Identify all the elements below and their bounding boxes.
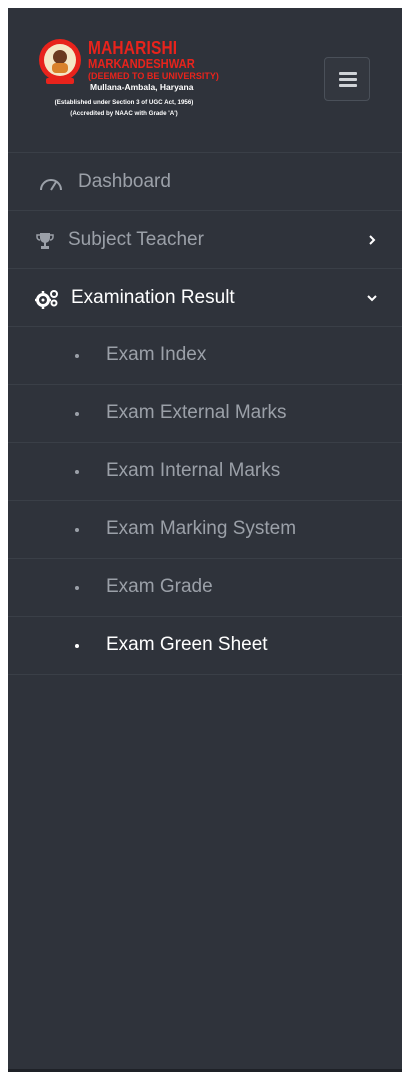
submenu-item-label: Exam External Marks — [106, 402, 287, 423]
submenu-item-exam-external-marks[interactable]: Exam External Marks — [8, 385, 402, 443]
page-top-strip — [0, 0, 405, 8]
submenu-item-label: Exam Marking System — [106, 518, 297, 539]
gears-icon — [35, 290, 58, 309]
sidebar-item-label: Dashboard — [78, 171, 171, 192]
bullet-icon — [75, 528, 79, 532]
bullet-icon — [75, 354, 79, 358]
sidebar: MAHARISHI MARKANDESHWAR (DEEMED TO BE UN… — [8, 8, 402, 1072]
speedometer-icon — [40, 179, 62, 191]
brand-title: MAHARISHI — [88, 38, 178, 58]
bullet-icon — [75, 470, 79, 474]
bullet-icon — [75, 644, 79, 648]
hamburger-icon — [339, 72, 357, 75]
brand-place: Mullana-Ambala, Haryana — [90, 82, 194, 92]
chevron-right-icon — [369, 235, 376, 245]
trophy-icon — [36, 233, 54, 249]
submenu-item-exam-marking-system[interactable]: Exam Marking System — [8, 501, 402, 559]
hamburger-icon — [339, 78, 357, 81]
brand-deemed: (DEEMED TO BE UNIVERSITY) — [88, 71, 219, 81]
chevron-down-icon — [367, 295, 377, 302]
brand-subtitle: MARKANDESHWAR — [88, 56, 195, 71]
hamburger-icon — [339, 84, 357, 87]
university-logo[interactable]: MAHARISHI MARKANDESHWAR (DEEMED TO BE UN… — [38, 38, 219, 128]
submenu-item-label: Exam Green Sheet — [106, 634, 268, 655]
submenu-item-exam-internal-marks[interactable]: Exam Internal Marks — [8, 443, 402, 501]
menu-toggle-button[interactable] — [324, 57, 370, 101]
examination-result-submenu: Exam Index Exam External Marks Exam Inte… — [8, 327, 402, 675]
submenu-item-label: Exam Grade — [106, 576, 213, 597]
brand-accredited: (Accredited by NAAC with Grade 'A') — [70, 110, 178, 117]
university-seal-icon — [39, 39, 81, 84]
sidebar-item-label: Examination Result — [71, 287, 235, 308]
submenu-item-exam-green-sheet[interactable]: Exam Green Sheet — [8, 617, 402, 675]
brand-established: (Established under Section 3 of UGC Act,… — [54, 99, 194, 106]
submenu-item-exam-index[interactable]: Exam Index — [8, 327, 402, 385]
submenu-item-exam-grade[interactable]: Exam Grade — [8, 559, 402, 617]
submenu-item-label: Exam Index — [106, 344, 207, 365]
sidebar-header: MAHARISHI MARKANDESHWAR (DEEMED TO BE UN… — [8, 8, 402, 153]
sidebar-item-label: Subject Teacher — [68, 229, 204, 250]
bullet-icon — [75, 412, 79, 416]
sidebar-item-dashboard[interactable]: Dashboard — [8, 153, 402, 211]
submenu-item-label: Exam Internal Marks — [106, 460, 281, 481]
sidebar-item-examination-result[interactable]: Examination Result — [8, 269, 402, 327]
bullet-icon — [75, 586, 79, 590]
sidebar-item-subject-teacher[interactable]: Subject Teacher — [8, 211, 402, 269]
